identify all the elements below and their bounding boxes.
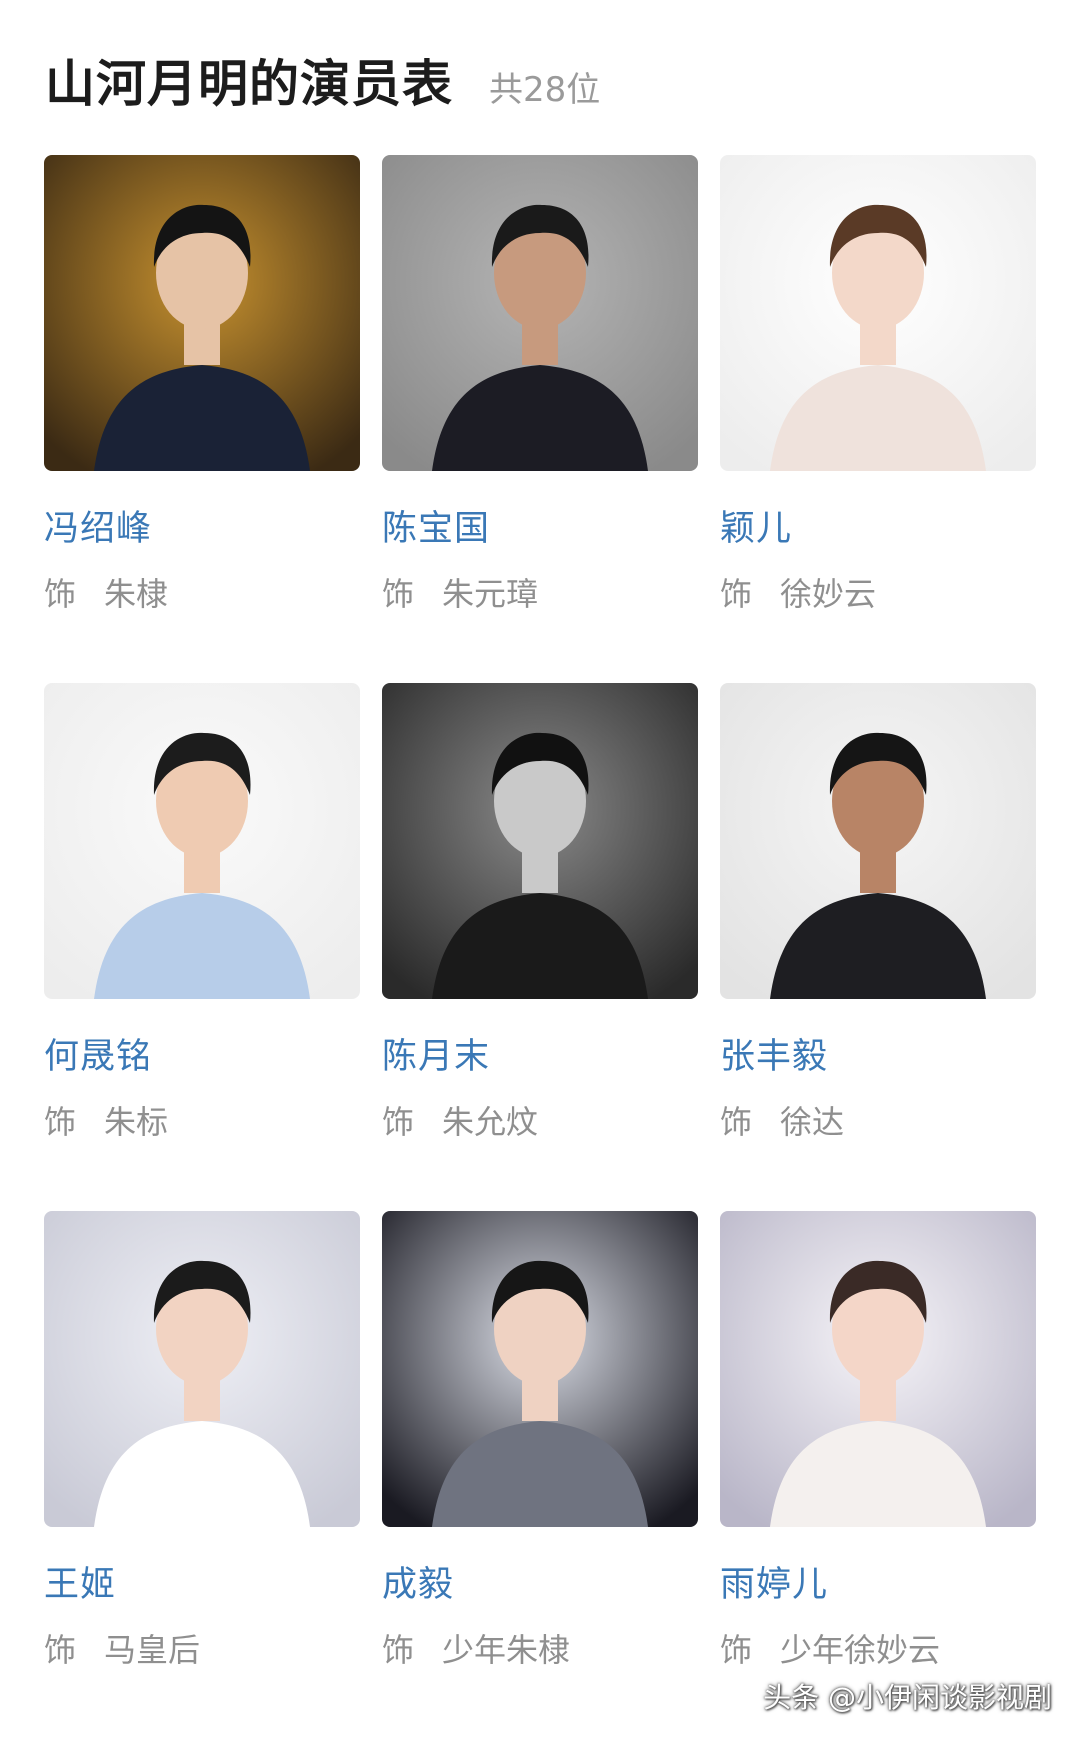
actor-photo[interactable]: [720, 155, 1036, 471]
character-role: 饰朱棣: [44, 569, 168, 615]
actor-name[interactable]: 成毅: [382, 1556, 454, 1607]
cast-card[interactable]: 陈月末饰朱允炆: [382, 683, 698, 1211]
character-name: 朱标: [104, 1103, 169, 1141]
character-name: 徐妙云: [780, 575, 877, 613]
actor-photo[interactable]: [720, 683, 1036, 999]
watermark: 头条 @小伊闲谈影视剧: [763, 1681, 1052, 1714]
character-role: 饰少年朱棣: [382, 1625, 570, 1671]
actor-photo[interactable]: [720, 1211, 1036, 1527]
actor-photo[interactable]: [382, 155, 698, 471]
role-prefix: 饰: [44, 1103, 77, 1141]
actor-name[interactable]: 张丰毅: [720, 1028, 828, 1079]
character-role: 饰徐妙云: [720, 569, 876, 615]
actor-photo[interactable]: [382, 1211, 698, 1527]
actor-name[interactable]: 雨婷儿: [720, 1556, 828, 1607]
role-prefix: 饰: [382, 1103, 415, 1141]
cast-card[interactable]: 雨婷儿饰少年徐妙云: [720, 1211, 1036, 1739]
role-prefix: 饰: [720, 1631, 753, 1669]
character-name: 朱元璋: [442, 575, 539, 613]
character-name: 徐达: [780, 1103, 845, 1141]
cast-card[interactable]: 成毅饰少年朱棣: [382, 1211, 698, 1739]
role-prefix: 饰: [720, 1103, 753, 1141]
actor-photo[interactable]: [44, 1211, 360, 1527]
cast-card[interactable]: 王姬饰马皇后: [44, 1211, 360, 1739]
role-prefix: 饰: [720, 575, 753, 613]
character-name: 少年徐妙云: [780, 1631, 941, 1669]
cast-card[interactable]: 颖儿饰徐妙云: [720, 155, 1036, 683]
role-prefix: 饰: [382, 575, 415, 613]
actor-name[interactable]: 陈月末: [382, 1028, 490, 1079]
page-title: 山河月明的演员表: [45, 55, 453, 113]
actor-name[interactable]: 何晟铭: [44, 1028, 152, 1079]
actor-name[interactable]: 冯绍峰: [44, 500, 152, 551]
actor-photo[interactable]: [382, 683, 698, 999]
character-name: 少年朱棣: [442, 1631, 571, 1669]
actor-name[interactable]: 王姬: [44, 1556, 116, 1607]
character-role: 饰马皇后: [44, 1625, 200, 1671]
character-role: 饰少年徐妙云: [720, 1625, 940, 1671]
role-prefix: 饰: [44, 575, 77, 613]
character-role: 饰朱元璋: [382, 569, 538, 615]
role-prefix: 饰: [44, 1631, 77, 1669]
character-name: 马皇后: [104, 1631, 201, 1669]
character-role: 饰朱允炆: [382, 1097, 538, 1143]
character-role: 饰朱标: [44, 1097, 168, 1143]
actor-name[interactable]: 颖儿: [720, 500, 792, 551]
cast-grid: 冯绍峰饰朱棣 陈宝国饰朱元璋 颖儿饰徐妙云 何晟铭饰朱标 陈月末饰朱允炆 张丰毅饰徐达 王姬…: [44, 155, 1036, 1739]
cast-card[interactable]: 冯绍峰饰朱棣: [44, 155, 360, 683]
actor-name[interactable]: 陈宝国: [382, 500, 490, 551]
role-prefix: 饰: [382, 1631, 415, 1669]
cast-card[interactable]: 陈宝国饰朱元璋: [382, 155, 698, 683]
cast-card[interactable]: 何晟铭饰朱标: [44, 683, 360, 1211]
cast-count: 共28位: [489, 70, 601, 110]
character-name: 朱允炆: [442, 1103, 539, 1141]
character-name: 朱棣: [104, 575, 169, 613]
character-role: 饰徐达: [720, 1097, 844, 1143]
actor-photo[interactable]: [44, 155, 360, 471]
page-header: 山河月明的演员表 共28位: [45, 44, 600, 116]
actor-photo[interactable]: [44, 683, 360, 999]
cast-card[interactable]: 张丰毅饰徐达: [720, 683, 1036, 1211]
